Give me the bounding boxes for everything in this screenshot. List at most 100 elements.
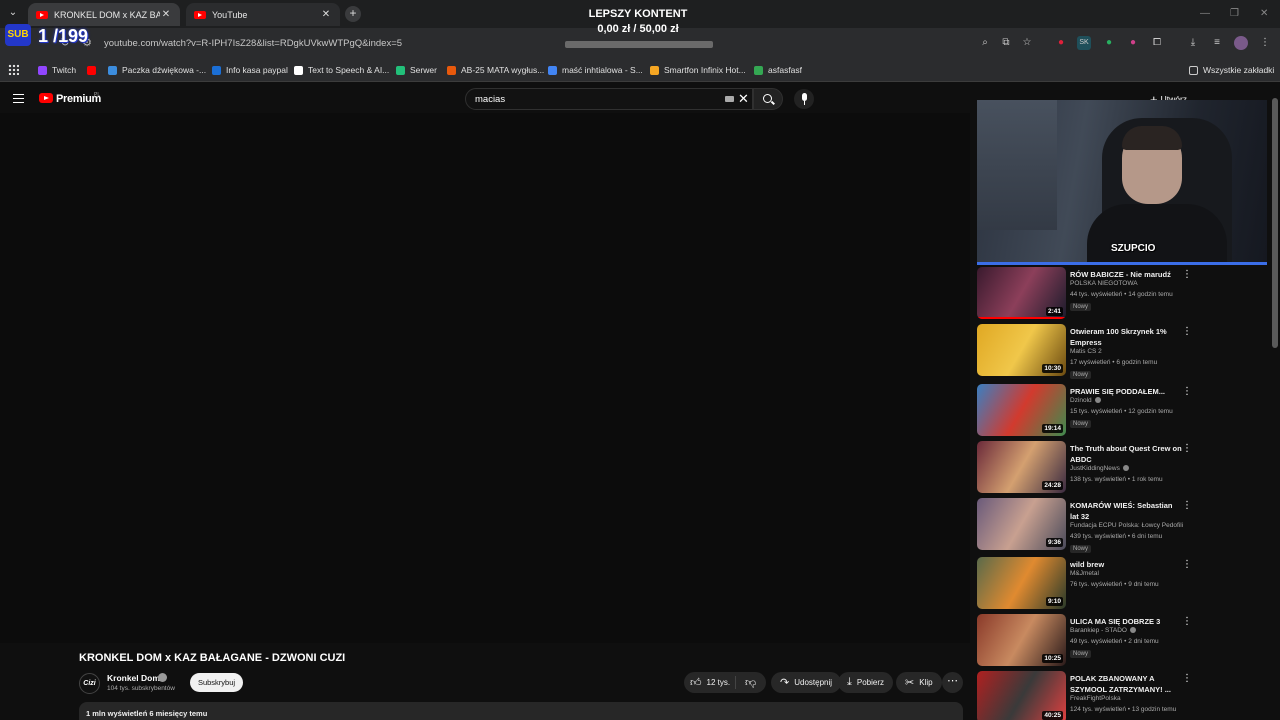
new-tab-button[interactable]: + — [345, 6, 361, 22]
bookmark-star-icon[interactable]: ☆ — [1020, 36, 1034, 50]
close-window-button[interactable]: ✕ — [1260, 8, 1268, 19]
tab-close-icon[interactable]: ✕ — [320, 9, 332, 20]
profile-avatar[interactable] — [1234, 36, 1248, 50]
search-button[interactable] — [753, 88, 783, 110]
extensions-puzzle-icon[interactable]: ⧠ — [1150, 36, 1164, 50]
bookmark-item[interactable] — [87, 64, 101, 76]
recommendation-channel[interactable]: Barankiep - STADO — [1070, 627, 1136, 634]
video-thumbnail[interactable]: 10:30 — [977, 324, 1066, 376]
clip-button[interactable]: ✂ Klip — [896, 672, 942, 693]
recommendation-item[interactable]: 9:36 KOMARÓW WIEŚ: Sebastian lat 32 Fundac… — [977, 498, 1267, 553]
recommendation-menu-icon[interactable]: ⋮ — [1182, 443, 1192, 454]
video-thumbnail[interactable]: 2:41 — [977, 267, 1066, 319]
video-thumbnail[interactable]: 24:28 — [977, 441, 1066, 493]
recommendation-item[interactable]: 19:14 PRAWIE SIĘ PODDAŁEM... Dzinold 15 tys… — [977, 384, 1267, 438]
apps-grid-icon[interactable] — [8, 64, 19, 75]
recommendation-title[interactable]: wild brew — [1070, 559, 1182, 570]
keyboard-icon[interactable] — [725, 96, 734, 102]
recommendation-title[interactable]: Otwieram 100 Skrzynek 1% Empress — [1070, 326, 1182, 348]
download-button[interactable]: ⤓ Pobierz — [838, 672, 893, 693]
search-box[interactable]: macias ✕ — [465, 88, 753, 110]
recommendation-menu-icon[interactable]: ⋮ — [1182, 559, 1192, 570]
channel-avatar[interactable]: Cizi — [79, 673, 100, 694]
recommendation-channel[interactable]: Fundacja ECPU Polska: Łowcy Pedofili — [1070, 522, 1183, 529]
zoom-icon[interactable]: ⌕ — [978, 36, 992, 50]
url-field[interactable]: youtube.com/watch?v=R-IPH7IsZ28&list=RDg… — [104, 38, 402, 49]
recommendation-title[interactable]: POLAK ZBANOWANY A SZYMOOL ZATRZYMANY! ..… — [1070, 673, 1182, 695]
recommendation-channel[interactable]: Matis CS 2 — [1070, 348, 1102, 355]
watched-progress-bar — [977, 317, 1066, 319]
recommendation-channel[interactable]: POLSKA NIEGOTOWA — [1070, 280, 1138, 287]
tab-kronkel-dom[interactable]: KRONKEL DOM x KAZ BAŁAGANE ✕ — [28, 3, 180, 26]
recommendation-item[interactable]: 9:10 wild brew M&Jmetal 76 tys. wyświetleń … — [977, 557, 1267, 611]
extension-green-icon[interactable]: ● — [1102, 36, 1116, 50]
tab-youtube[interactable]: YouTube ✕ — [186, 3, 340, 26]
description-box[interactable]: 1 mln wyświetleń 6 miesięcy temu — [79, 702, 963, 720]
bookmark-item[interactable]: maść inhtialowa - S... — [548, 64, 643, 76]
recommendation-item[interactable]: 24:28 The Truth about Quest Crew on ABDC J… — [977, 441, 1267, 495]
video-thumbnail[interactable]: 9:10 — [977, 557, 1066, 609]
recommendation-title[interactable]: The Truth about Quest Crew on ABDC — [1070, 443, 1182, 465]
page-scrollbar[interactable] — [1272, 98, 1278, 348]
tab-search-icon[interactable]: ⌄ — [6, 7, 20, 21]
channel-name[interactable]: Kronkel Dom — [107, 673, 160, 683]
recommendation-menu-icon[interactable]: ⋮ — [1182, 269, 1192, 280]
maximize-button[interactable]: ❐ — [1230, 8, 1239, 19]
playlist-icon[interactable]: ≡ — [1210, 36, 1224, 50]
bookmark-item[interactable]: asfasfasf — [754, 64, 802, 76]
install-app-icon[interactable]: ⧉ — [999, 36, 1013, 50]
more-actions-button[interactable]: ⋯ — [942, 672, 963, 693]
recommendation-channel[interactable]: JustKiddingNews — [1070, 465, 1129, 472]
all-bookmarks-folder[interactable]: Wszystkie zakładki — [1189, 64, 1274, 76]
recommendation-title[interactable]: RÓW BABICZE - Nie marudź — [1070, 269, 1182, 280]
minimize-button[interactable]: — — [1200, 8, 1210, 19]
tab-close-icon[interactable]: ✕ — [160, 9, 172, 20]
video-duration: 9:10 — [1045, 597, 1063, 606]
video-thumbnail[interactable]: 10:25 — [977, 614, 1066, 666]
like-button[interactable]: 👍︎ 12 tys. — [684, 676, 736, 689]
channel-label: FreakFightPolska — [1070, 695, 1121, 702]
recommendation-item[interactable]: 10:30 Otwieram 100 Skrzynek 1% Empress Mat… — [977, 324, 1267, 379]
recommendation-title[interactable]: KOMARÓW WIEŚ: Sebastian lat 32 — [1070, 500, 1182, 522]
recommendation-menu-icon[interactable]: ⋮ — [1182, 500, 1192, 511]
recommendation-item[interactable]: 10:25 ULICA MA SIĘ DOBRZE 3 Barankiep - ST… — [977, 614, 1267, 668]
recommendation-menu-icon[interactable]: ⋮ — [1182, 386, 1192, 397]
extension-sk-icon[interactable]: SK — [1077, 36, 1091, 50]
subscribe-button[interactable]: Subskrybuj — [190, 673, 243, 692]
verified-icon — [1122, 465, 1129, 471]
recommendation-channel[interactable]: Dzinold — [1070, 397, 1101, 404]
browser-menu-icon[interactable]: ⋮ — [1258, 36, 1272, 50]
tab-title: KRONKEL DOM x KAZ BAŁAGANE — [54, 9, 160, 20]
video-thumbnail[interactable]: 19:14 — [977, 384, 1066, 436]
search-input[interactable]: macias — [475, 94, 505, 105]
video-thumbnail[interactable]: 9:36 — [977, 498, 1066, 550]
video-player[interactable] — [0, 113, 970, 643]
guide-menu-icon[interactable] — [13, 94, 24, 103]
extension-pink-icon[interactable]: ● — [1126, 36, 1140, 50]
video-thumbnail[interactable]: 40:25 — [977, 671, 1066, 720]
clear-search-icon[interactable]: ✕ — [738, 91, 749, 107]
recommendation-menu-icon[interactable]: ⋮ — [1182, 326, 1192, 337]
recommendation-menu-icon[interactable]: ⋮ — [1182, 616, 1192, 627]
recommendation-title[interactable]: ULICA MA SIĘ DOBRZE 3 — [1070, 616, 1182, 627]
youtube-logo-icon[interactable] — [39, 93, 53, 103]
recommendation-item[interactable]: 40:25 POLAK ZBANOWANY A SZYMOOL ZATRZYMAN… — [977, 671, 1267, 720]
dislike-button[interactable]: 👎︎ — [736, 676, 756, 689]
channel-label: Fundacja ECPU Polska: Łowcy Pedofili — [1070, 522, 1184, 529]
bookmark-item[interactable]: Text to Speech & AI... — [294, 64, 389, 76]
recommendation-item[interactable]: 2:41 RÓW BABICZE - Nie marudź POLSKA NIEGO… — [977, 267, 1267, 321]
share-button[interactable]: ↷ Udostępnij — [771, 672, 842, 693]
bookmark-item[interactable]: Info kasa paypal — [212, 64, 288, 76]
bookmark-item[interactable]: AB-25 MATA wygłus... — [447, 64, 544, 76]
recommendation-channel[interactable]: FreakFightPolska — [1070, 695, 1121, 702]
bookmark-item[interactable]: Smartfon Infinix Hot... — [650, 64, 746, 76]
recommendation-menu-icon[interactable]: ⋮ — [1182, 673, 1192, 684]
recommendation-title[interactable]: PRAWIE SIĘ PODDAŁEM... — [1070, 386, 1182, 397]
bookmark-item[interactable]: Paczka dźwiękowa -... — [108, 64, 206, 76]
bookmark-item[interactable]: Twitch — [38, 64, 76, 76]
bookmark-item[interactable]: Serwer — [396, 64, 437, 76]
recommendation-channel[interactable]: M&Jmetal — [1070, 570, 1099, 577]
voice-search-mic-icon[interactable] — [794, 89, 814, 109]
extension-adblock-icon[interactable]: ● — [1054, 36, 1068, 50]
download-icon[interactable]: ⤓ — [1186, 36, 1200, 50]
